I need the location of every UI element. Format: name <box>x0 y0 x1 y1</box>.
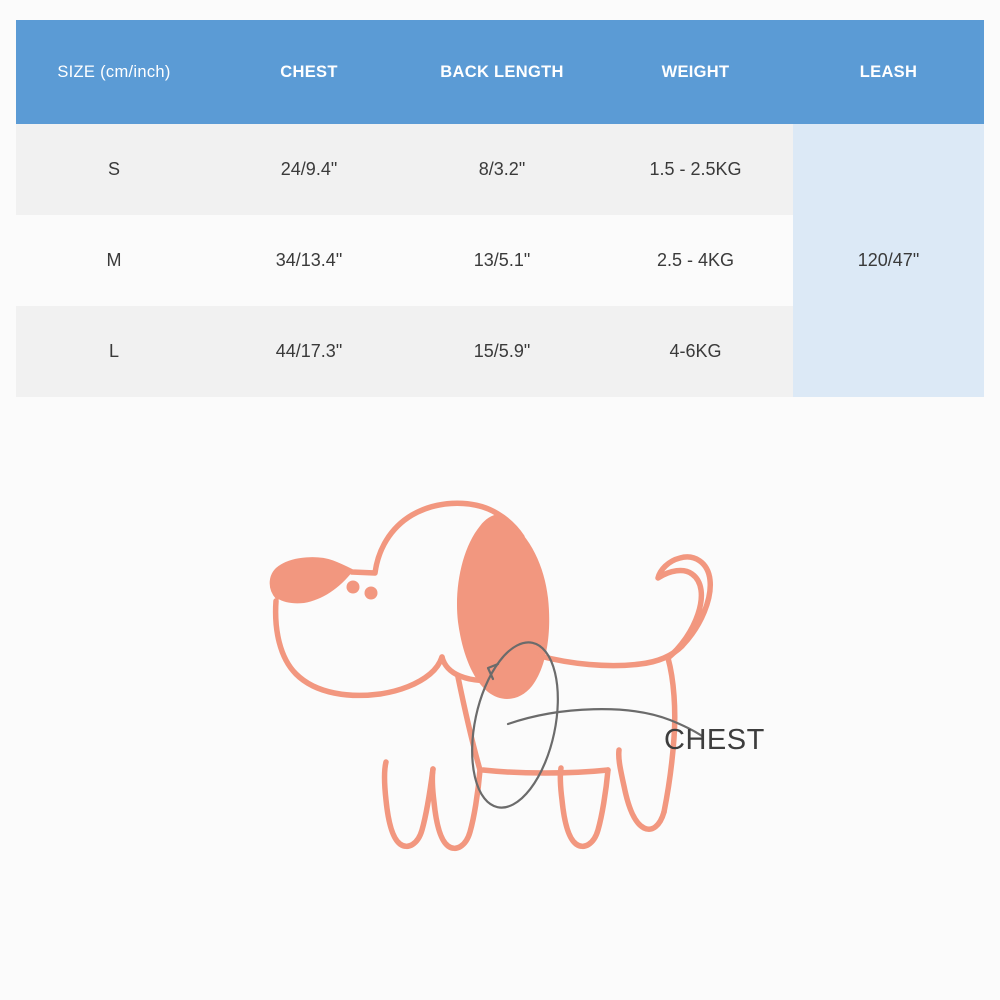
table-header: SIZE (cm/inch) CHEST BACK LENGTH WEIGHT … <box>16 20 984 124</box>
dog-front-leg-near <box>429 766 483 852</box>
dog-eye-right <box>364 586 378 600</box>
cell-weight-m: 2.5 - 4KG <box>598 215 793 306</box>
cell-size-l: L <box>16 306 212 397</box>
table-row: S 24/9.4" 8/3.2" 1.5 - 2.5KG 120/47" <box>16 124 984 397</box>
cell-chest-m: 34/13.4" <box>212 215 406 306</box>
column-header-weight: WEIGHT <box>661 62 730 81</box>
cell-chest-l: 44/17.3" <box>212 306 406 397</box>
column-header-back-length: BACK LENGTH <box>440 62 564 81</box>
chest-annotation-label: CHEST <box>664 724 765 756</box>
dog-hind-leg-far <box>616 747 667 832</box>
size-chart-table-container: SIZE (cm/inch) CHEST BACK LENGTH WEIGHT … <box>16 20 984 397</box>
column-header-size: SIZE (cm/inch) <box>57 62 171 81</box>
table-header-row: SIZE (cm/inch) CHEST BACK LENGTH WEIGHT … <box>16 20 984 124</box>
cell-leash-merged: 120/47" <box>793 124 984 397</box>
dog-ear <box>456 514 550 699</box>
dog-nose-patch <box>271 559 352 604</box>
cell-back-m: 13/5.1" <box>406 215 598 306</box>
cell-chest-s: 24/9.4" <box>212 124 406 215</box>
column-header-leash: LEASH <box>859 62 918 81</box>
size-chart-table: SIZE (cm/inch) CHEST BACK LENGTH WEIGHT … <box>16 20 984 397</box>
cell-weight-l: 4-6KG <box>598 306 793 397</box>
table-body: S 24/9.4" 8/3.2" 1.5 - 2.5KG 120/47" M 3… <box>16 124 984 397</box>
cell-back-s: 8/3.2" <box>406 124 598 215</box>
cell-back-l: 15/5.9" <box>406 306 598 397</box>
dog-front-leg-far <box>381 759 436 850</box>
dog-neck-front <box>455 674 483 773</box>
dog-tail <box>655 554 713 661</box>
cell-weight-s: 1.5 - 2.5KG <box>598 124 793 215</box>
dog-illustration <box>269 500 713 852</box>
cell-size-m: M <box>16 215 212 306</box>
cell-size-s: S <box>16 124 212 215</box>
dog-hind-leg-near <box>557 765 611 850</box>
dog-back-line <box>537 643 685 669</box>
column-header-chest: CHEST <box>280 62 338 81</box>
dog-jaw-outline <box>272 598 445 699</box>
dog-eye-left <box>346 580 360 594</box>
dog-belly-line <box>480 767 611 776</box>
